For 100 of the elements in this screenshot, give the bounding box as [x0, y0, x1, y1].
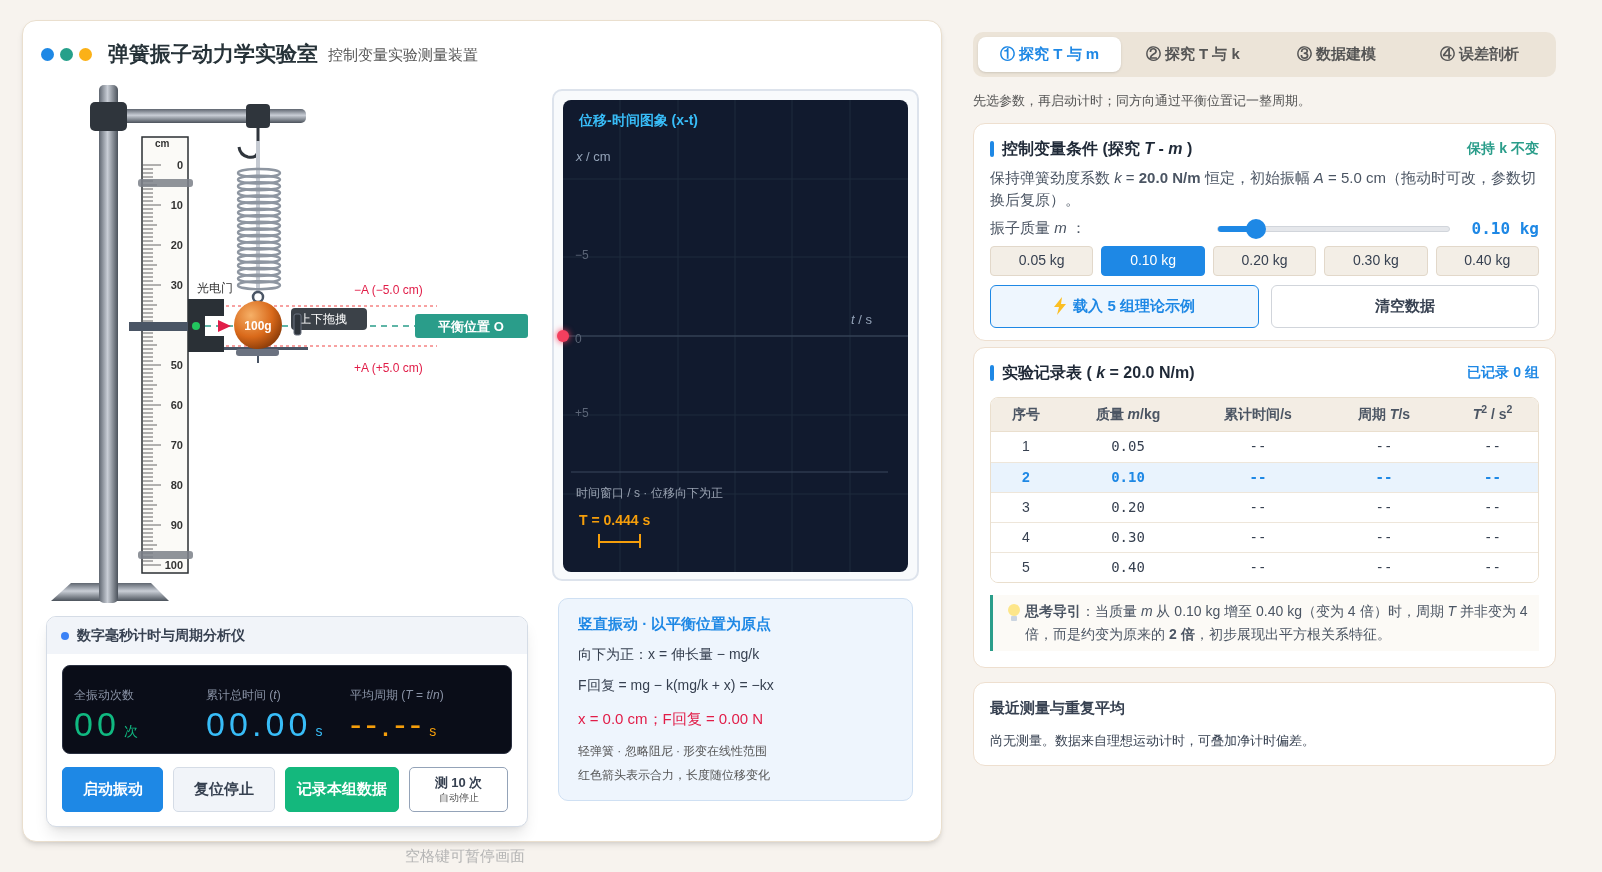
- ruler-label: 50: [170, 359, 183, 371]
- table-cell-text: --: [1374, 437, 1394, 456]
- axis-label: t / s: [851, 311, 872, 329]
- amplitude-label: +A (+5.0 cm): [354, 361, 423, 375]
- table-cell-text: --: [1374, 527, 1394, 547]
- window-title: 弹簧振子动力学实验室: [108, 41, 318, 68]
- column-header: T$^{2}$ / s$^{2}$: [1471, 403, 1514, 424]
- timer-button[interactable]: 启动振动: [62, 767, 163, 812]
- table-cell-text: --: [1248, 437, 1268, 456]
- note-text: 红色箭头表示合力，长度随位移变化: [578, 767, 771, 784]
- readout-label: 全振动次数: [74, 687, 135, 704]
- table-cell-text: 0.40: [1110, 557, 1146, 577]
- empty-state-text: 尚无测量。数据来自理想运动计时，可叠加净计时偏差。: [990, 732, 1316, 750]
- table-cell-text: 1: [1021, 437, 1031, 456]
- slider-value: 0.10 kg: [1471, 217, 1539, 240]
- ruler-label: 20: [170, 239, 183, 251]
- readout-unit: s: [315, 722, 323, 741]
- card-title: 最近测量与重复平均: [990, 697, 1126, 718]
- table-cell-text: --: [1483, 497, 1502, 517]
- equilibrium-badge: 平衡位置 O: [415, 314, 528, 338]
- tab[interactable]: ③ 数据建模: [1264, 37, 1408, 72]
- table-cell-text: 0.10: [1110, 467, 1146, 487]
- tab[interactable]: ② 探究 T 与 k: [1121, 37, 1265, 72]
- table-cell-text: 2: [1021, 467, 1031, 487]
- table-cell-text: --: [1248, 467, 1268, 487]
- readout-value: 00.00: [206, 704, 312, 745]
- mass-option[interactable]: 0.10 kg: [1101, 245, 1205, 276]
- table-cell-text: --: [1248, 557, 1268, 577]
- column-header: 质量 m/kg: [1094, 404, 1162, 424]
- card-title: 实验记录表 ( k = 20.0 N/m): [1002, 362, 1195, 383]
- table-cell-text: --: [1248, 497, 1268, 517]
- formula-text: 向下为正：x = 伸长量 − mg/k: [578, 644, 761, 664]
- mass-option[interactable]: 0.05 kg: [990, 245, 1094, 276]
- description-text: 保持弹簧劲度系数 k = 20.0 N/m 恒定，初始振幅 A = 5.0 cm（拖动时可改，参数切换后复原）。: [990, 167, 1537, 210]
- table-cell-text: --: [1483, 527, 1502, 547]
- axis-tick: +5: [575, 405, 589, 422]
- accent-bar: [990, 364, 994, 381]
- table-cell-text: 3: [1021, 497, 1031, 517]
- slider-label: 振子质量 m ：: [990, 218, 1086, 239]
- readout-value: 00: [74, 704, 120, 745]
- table-cell-text: --: [1374, 467, 1394, 487]
- ruler-label: 70: [170, 439, 183, 451]
- hint-text: 先选参数，再启动计时；同方向通过平衡位置记一整周期。: [973, 92, 1312, 110]
- mass-option[interactable]: 0.40 kg: [1435, 245, 1539, 276]
- readout-value: --.--: [350, 704, 426, 745]
- ruler-label: 0: [176, 159, 183, 171]
- accent-bar: [990, 140, 994, 157]
- axis-label: x / cm: [576, 148, 611, 166]
- force-reading: x = 0.0 cm；F回复 = 0.00 N: [578, 708, 765, 729]
- drag-handle-icon: [293, 313, 302, 336]
- mass-slider[interactable]: [1216, 218, 1450, 239]
- ruler-label: 30: [170, 279, 183, 291]
- readout-unit: s: [429, 722, 437, 741]
- readout-label: 累计总时间 (t): [206, 687, 282, 704]
- footer-hint: 空格键可暂停画面: [405, 847, 525, 864]
- status-label: 保持 k 不变: [1467, 139, 1539, 158]
- formula-text: F回复 = mg − k(mg/k + x) = −kx: [578, 675, 775, 695]
- force-arrow-icon: [218, 320, 231, 332]
- table-cell-text: 5: [1021, 557, 1031, 577]
- table-cell-text: --: [1483, 467, 1502, 487]
- clear-button[interactable]: 清空数据: [1270, 284, 1539, 328]
- table-cell-text: 0.30: [1110, 527, 1146, 547]
- table-cell-text: --: [1374, 557, 1394, 577]
- table-cell-text: --: [1248, 527, 1268, 547]
- mass-option[interactable]: 0.30 kg: [1324, 245, 1428, 276]
- ruler-label: 100: [164, 559, 183, 571]
- tip-text: 思考导引：当质量 m 从 0.10 kg 增至 0.40 kg（变为 4 倍）时，周期 T 并非变为 4 倍，而是约变为原来的 2 倍，初步展现出平方根关系特征。: [1025, 601, 1529, 644]
- table-cell-text: --: [1483, 557, 1502, 577]
- readout-label: 平均周期 (T = t/n): [350, 687, 445, 704]
- tab[interactable]: ④ 误差剖析: [1407, 37, 1551, 72]
- period-label: T = 0.444 s: [579, 511, 651, 530]
- timer-title: 数字毫秒计时与周期分析仪: [77, 626, 245, 645]
- photogate-label: 光电门: [197, 281, 233, 295]
- mass-ball: [234, 290, 282, 349]
- position-marker-icon: [557, 330, 569, 342]
- column-header: 周期 T/s: [1356, 404, 1412, 424]
- axis-tick: −5: [575, 247, 589, 264]
- ruler-label: 10: [170, 199, 183, 211]
- table-cell-text: 0.05: [1110, 437, 1146, 456]
- mass-label: 100g: [244, 319, 272, 333]
- auto-measure-button[interactable]: 测 10 次 自动停止: [409, 767, 508, 812]
- ruler-label: 60: [170, 399, 183, 411]
- ruler-label: 90: [170, 519, 183, 531]
- lightning-icon: [1053, 297, 1068, 315]
- info-title: 竖直振动 · 以平衡位置为原点: [578, 614, 773, 634]
- column-header: 累计时间/s: [1223, 404, 1293, 424]
- mass-option[interactable]: 0.20 kg: [1212, 245, 1317, 276]
- slider-thumb[interactable]: [1246, 218, 1267, 239]
- readout-unit: 次: [124, 722, 138, 741]
- table-row[interactable]: 5 0.40 -- -- --: [991, 551, 1538, 582]
- period-bracket-icon: [597, 534, 643, 548]
- ruler-label: 80: [170, 479, 183, 491]
- ruler-unit: cm: [155, 138, 170, 149]
- column-header: 序号: [1011, 404, 1041, 424]
- timer-button[interactable]: 复位停止: [173, 767, 275, 812]
- table-cell-text: --: [1483, 437, 1502, 456]
- amplitude-label: −A (−5.0 cm): [354, 283, 423, 297]
- card-title: 控制变量条件 (探究 T - m ): [1002, 138, 1193, 159]
- tab[interactable]: ① 探究 T 与 m: [978, 37, 1122, 72]
- lightbulb-icon: [1007, 602, 1021, 623]
